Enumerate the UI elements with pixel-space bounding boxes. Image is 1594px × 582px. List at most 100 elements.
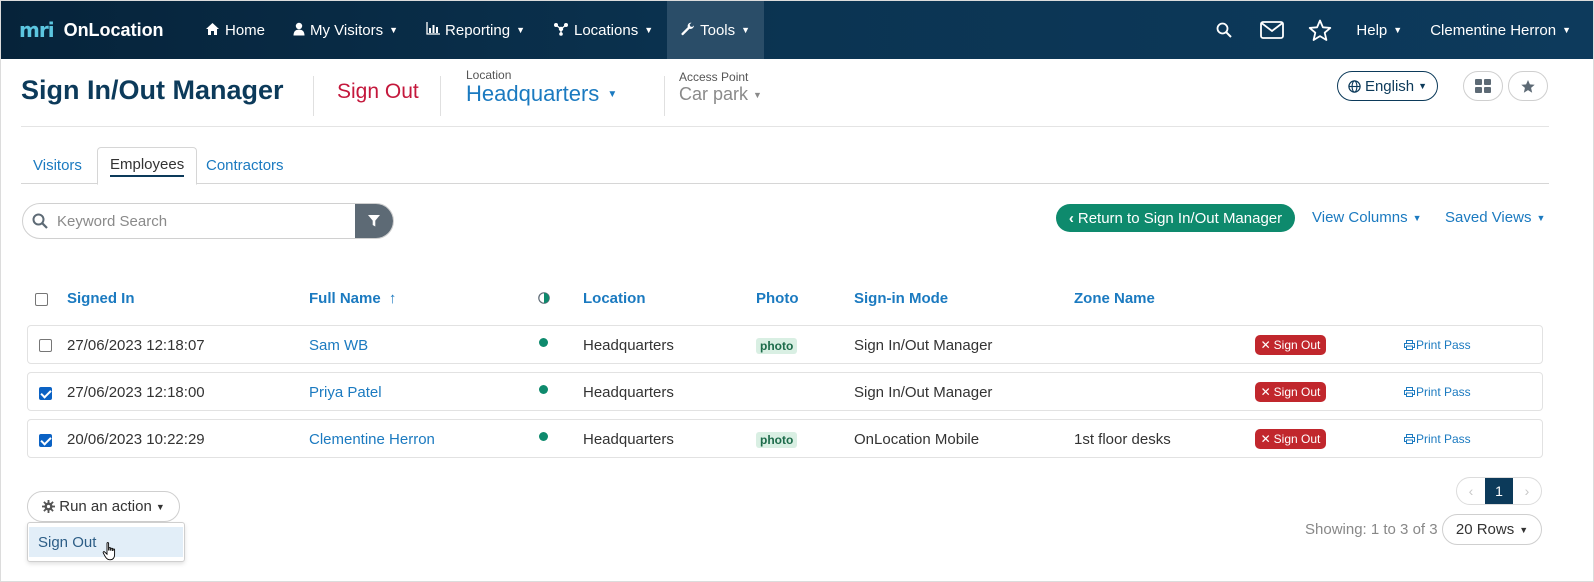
tab-contractors[interactable]: Contractors: [194, 147, 296, 184]
search-icon: [23, 213, 57, 229]
sign-out-label: Sign Out: [1273, 338, 1321, 352]
chevron-down-icon: ▼: [1519, 524, 1529, 535]
rows-per-page-select[interactable]: 20 Rows ▼: [1442, 514, 1542, 545]
access-point-value: Car park: [679, 84, 749, 104]
language-button[interactable]: English ▼: [1337, 71, 1438, 101]
print-pass-link[interactable]: Print Pass: [1404, 385, 1471, 399]
view-columns-dropdown[interactable]: View Columns ▼: [1312, 209, 1422, 226]
page-title: Sign In/Out Manager: [21, 75, 284, 105]
table-row: 20/06/2023 10:22:29 Clementine Herron He…: [27, 419, 1543, 458]
nav-home-label: Home: [225, 21, 266, 39]
search-icon[interactable]: [1200, 1, 1248, 59]
star-icon[interactable]: [1296, 1, 1344, 59]
col-signed-in[interactable]: Signed In: [67, 290, 135, 307]
run-action-label: Run an action: [59, 498, 152, 515]
print-pass-link[interactable]: Print Pass: [1404, 338, 1471, 352]
photo-badge[interactable]: photo: [756, 338, 798, 354]
top-navbar: mri OnLocation Home My Visitors ▼ Report…: [1, 1, 1593, 59]
nav-tools[interactable]: Tools ▼: [667, 1, 765, 59]
signed-in-cell: 27/06/2023 12:18:00: [67, 384, 205, 401]
app-name: OnLocation: [63, 19, 164, 40]
printer-icon: [1404, 434, 1415, 444]
table-row: 27/06/2023 12:18:07 Sam WB Headquarters …: [27, 325, 1543, 364]
rows-label: 20 Rows: [1455, 521, 1515, 538]
access-point-select[interactable]: Car park ▼: [679, 84, 762, 105]
network-icon: [553, 22, 569, 39]
chevron-down-icon: ▼: [753, 89, 762, 100]
select-all-checkbox[interactable]: [35, 293, 48, 306]
search-input[interactable]: [57, 204, 355, 238]
tab-label: Employees: [110, 156, 185, 177]
nav-reporting[interactable]: Reporting ▼: [412, 1, 539, 59]
divider: [313, 76, 314, 116]
tab-bar: Visitors Employees Contractors: [21, 147, 1549, 185]
chevron-down-icon: ▼: [1418, 81, 1428, 91]
showing-count: Showing: 1 to 3 of 3: [1305, 521, 1438, 538]
col-location[interactable]: Location: [583, 290, 646, 307]
printer-icon: [1404, 387, 1415, 397]
col-full-name[interactable]: Full Name ↑: [309, 290, 396, 307]
tab-employees[interactable]: Employees: [97, 147, 198, 185]
globe-icon: [1348, 79, 1361, 93]
row-checkbox[interactable]: [39, 434, 52, 447]
nav-my-visitors[interactable]: My Visitors ▼: [279, 1, 412, 59]
full-name-link[interactable]: Clementine Herron: [309, 431, 435, 448]
language-label: English: [1364, 77, 1415, 95]
zone-cell: 1st floor desks: [1074, 431, 1171, 448]
print-pass-label: Print Pass: [1416, 385, 1471, 399]
sign-out-link[interactable]: Sign Out: [337, 80, 419, 104]
col-zone-name[interactable]: Zone Name: [1074, 290, 1155, 307]
status-dot: [539, 385, 548, 394]
chevron-down-icon: ▼: [389, 25, 399, 35]
location-select[interactable]: Headquarters ▼: [466, 81, 617, 107]
print-pass-label: Print Pass: [1416, 432, 1471, 446]
tab-visitors[interactable]: Visitors: [21, 147, 94, 184]
col-full-name-label: Full Name: [309, 290, 381, 307]
signed-in-cell: 20/06/2023 10:22:29: [67, 431, 205, 448]
full-name-link[interactable]: Sam WB: [309, 337, 368, 354]
print-pass-link[interactable]: Print Pass: [1404, 432, 1471, 446]
saved-views-dropdown[interactable]: Saved Views ▼: [1445, 209, 1545, 226]
page-number[interactable]: 1: [1485, 478, 1513, 504]
nav-locations[interactable]: Locations ▼: [539, 1, 667, 59]
print-pass-label: Print Pass: [1416, 338, 1471, 352]
access-point-label: Access Point: [679, 70, 749, 84]
close-icon: ✕: [1260, 338, 1271, 352]
star-icon: [1520, 79, 1536, 94]
sign-out-button[interactable]: ✕ Sign Out: [1255, 382, 1326, 402]
bar-chart-icon: [426, 22, 441, 38]
location-cell: Headquarters: [583, 384, 674, 401]
nav-help-label: Help: [1356, 21, 1388, 39]
chevron-down-icon: ▼: [1536, 212, 1546, 223]
row-checkbox[interactable]: [39, 339, 52, 352]
sign-in-mode-cell: OnLocation Mobile: [854, 431, 980, 448]
next-page-button[interactable]: ›: [1513, 478, 1541, 504]
status-dot: [539, 432, 548, 441]
col-status[interactable]: [538, 292, 550, 304]
full-name-link[interactable]: Priya Patel: [309, 384, 382, 401]
run-action-button[interactable]: Run an action ▼: [27, 491, 180, 522]
nav-home[interactable]: Home: [191, 1, 279, 59]
chevron-down-icon: ▼: [741, 25, 751, 35]
sign-out-button[interactable]: ✕ Sign Out: [1255, 429, 1326, 449]
hand-cursor-icon: [102, 542, 118, 566]
user-menu[interactable]: Clementine Herron ▼: [1416, 1, 1593, 59]
mail-icon[interactable]: [1248, 1, 1296, 59]
row-checkbox[interactable]: [39, 387, 52, 400]
favorite-button[interactable]: [1508, 71, 1548, 101]
divider: [440, 76, 441, 116]
navbar-right: Help ▼ Clementine Herron ▼: [1200, 1, 1593, 59]
return-to-manager-button[interactable]: ‹ Return to Sign In/Out Manager: [1056, 204, 1295, 232]
filter-button[interactable]: [355, 204, 393, 238]
layout-toggle-button[interactable]: [1463, 71, 1503, 101]
photo-badge[interactable]: photo: [756, 432, 798, 448]
sign-out-button[interactable]: ✕ Sign Out: [1255, 335, 1326, 355]
gear-icon: [42, 500, 56, 513]
brand[interactable]: mri OnLocation: [19, 18, 191, 42]
nav-locations-label: Locations: [573, 21, 639, 39]
nav-help[interactable]: Help ▼: [1344, 1, 1416, 59]
prev-page-button[interactable]: ‹: [1457, 478, 1485, 504]
chevron-down-icon: ▼: [607, 88, 618, 100]
col-sign-in-mode[interactable]: Sign-in Mode: [854, 290, 948, 307]
col-photo[interactable]: Photo: [756, 290, 799, 307]
